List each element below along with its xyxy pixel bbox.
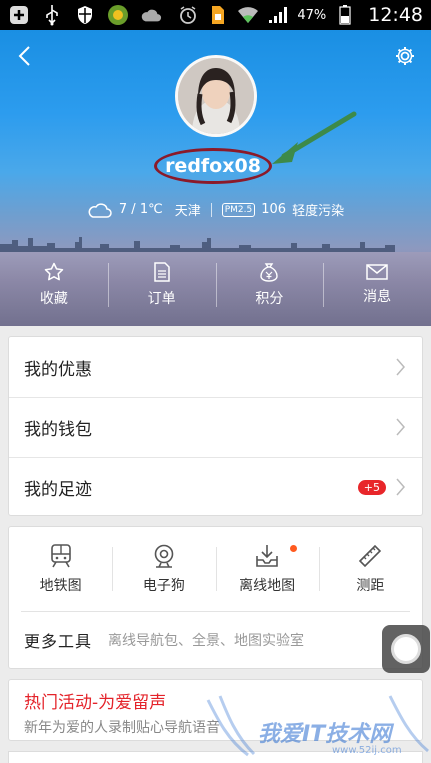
favorites-button[interactable]: 收藏 <box>0 255 108 315</box>
money-bag-icon <box>260 263 279 282</box>
account-list: 我的优惠 我的钱包 我的足迹 +5 <box>8 336 423 516</box>
coupons-label: 我的优惠 <box>24 359 92 380</box>
sim-icon <box>207 4 229 26</box>
add-icon <box>8 4 30 26</box>
tools-card: 地铁图 电子狗 离线地图 测距 更多工具 离线导航包、全景、地图实验室 <box>8 526 423 669</box>
mail-icon <box>366 264 388 280</box>
orders-button[interactable]: 订单 <box>107 255 216 315</box>
offline-map-icon <box>256 544 278 567</box>
messages-button[interactable]: 消息 <box>323 255 431 315</box>
footprints-label: 我的足迹 <box>24 479 92 500</box>
messages-label: 消息 <box>363 289 392 305</box>
new-dot <box>289 545 297 552</box>
points-button[interactable]: 积分 <box>215 255 324 315</box>
chevron-right-icon <box>396 358 405 376</box>
clock: 12:48 <box>368 4 423 26</box>
weather-bar: 7 / 1℃ 天津 PM2.5 106 轻度污染 <box>0 200 431 219</box>
pm-badge: PM2.5 <box>221 202 256 217</box>
wifi-icon <box>237 4 259 26</box>
pm-value: 106 <box>261 202 287 217</box>
tool-ruler[interactable]: 测距 <box>318 527 422 611</box>
annotation-arrow <box>272 111 357 164</box>
signal-icon <box>267 4 289 26</box>
tool-camera-dog[interactable]: 电子狗 <box>112 527 215 611</box>
ruler-icon <box>359 544 382 567</box>
weather-divider <box>210 202 212 217</box>
status-bar: 47% 12:48 <box>0 0 431 30</box>
city-skyline <box>0 237 395 252</box>
gear-icon <box>396 47 414 65</box>
list-item-wallet[interactable]: 我的钱包 <box>9 397 422 457</box>
tool-offline-map-label: 离线地图 <box>239 577 296 594</box>
username-text: redfox08 <box>165 155 261 177</box>
more-tools-title: 更多工具 <box>24 632 93 651</box>
tool-camera-dog-label: 电子狗 <box>142 577 185 594</box>
orders-label: 订单 <box>147 291 176 307</box>
cloud-icon <box>88 202 112 218</box>
subway-icon <box>50 543 71 567</box>
battery-icon <box>334 4 356 26</box>
assistive-touch-icon <box>391 634 421 664</box>
quick-actions: 收藏 订单 积分 消息 <box>0 255 431 315</box>
alarm-icon <box>177 4 199 26</box>
tools-divider <box>21 611 410 612</box>
chevron-right-icon <box>396 418 405 436</box>
more-tools-desc: 离线导航包、全景、地图实验室 <box>108 633 305 649</box>
chevron-left-icon <box>18 46 30 66</box>
profile-header: redfox08 7 / 1℃ 天津 PM2.5 106 轻度污染 收藏 订单 … <box>0 30 431 326</box>
favorites-label: 收藏 <box>39 291 68 307</box>
document-icon <box>153 262 170 282</box>
star-icon <box>44 262 64 281</box>
assistive-touch-button[interactable] <box>382 625 430 673</box>
user-photo <box>178 58 254 134</box>
tools-grid: 地铁图 电子狗 离线地图 测距 <box>9 527 422 611</box>
wallet-label: 我的钱包 <box>24 419 92 440</box>
camera-dog-icon <box>154 544 174 568</box>
cloud-icon <box>140 4 162 26</box>
tool-subway-label: 地铁图 <box>39 577 82 594</box>
app-icon <box>107 4 129 26</box>
tool-offline-map[interactable]: 离线地图 <box>215 527 319 611</box>
watermark-text: 我爱IT技术网 <box>258 722 392 747</box>
more-tools-row[interactable]: 更多工具 离线导航包、全景、地图实验室 <box>9 611 422 669</box>
promo-title: 热门活动-为爱留声 <box>24 693 167 713</box>
tool-ruler-label: 测距 <box>356 577 385 594</box>
back-button[interactable] <box>10 42 38 70</box>
tool-subway[interactable]: 地铁图 <box>9 527 112 611</box>
username[interactable]: redfox08 <box>154 148 272 184</box>
footprints-badge: +5 <box>357 479 386 495</box>
air-quality: 轻度污染 <box>292 204 345 219</box>
list-item-coupons[interactable]: 我的优惠 <box>9 337 422 397</box>
settings-button[interactable] <box>391 42 419 70</box>
avatar[interactable] <box>175 55 257 137</box>
points-label: 积分 <box>255 291 284 307</box>
watermark-url: www.52ij.com <box>332 745 402 756</box>
list-item-footprints[interactable]: 我的足迹 +5 <box>9 457 422 517</box>
city: 天津 <box>174 204 201 219</box>
chevron-right-icon <box>396 478 405 496</box>
temperature: 7 / 1℃ <box>118 202 163 217</box>
battery-percent: 47% <box>297 7 327 23</box>
shield-icon <box>74 4 96 26</box>
usb-icon <box>41 4 63 26</box>
